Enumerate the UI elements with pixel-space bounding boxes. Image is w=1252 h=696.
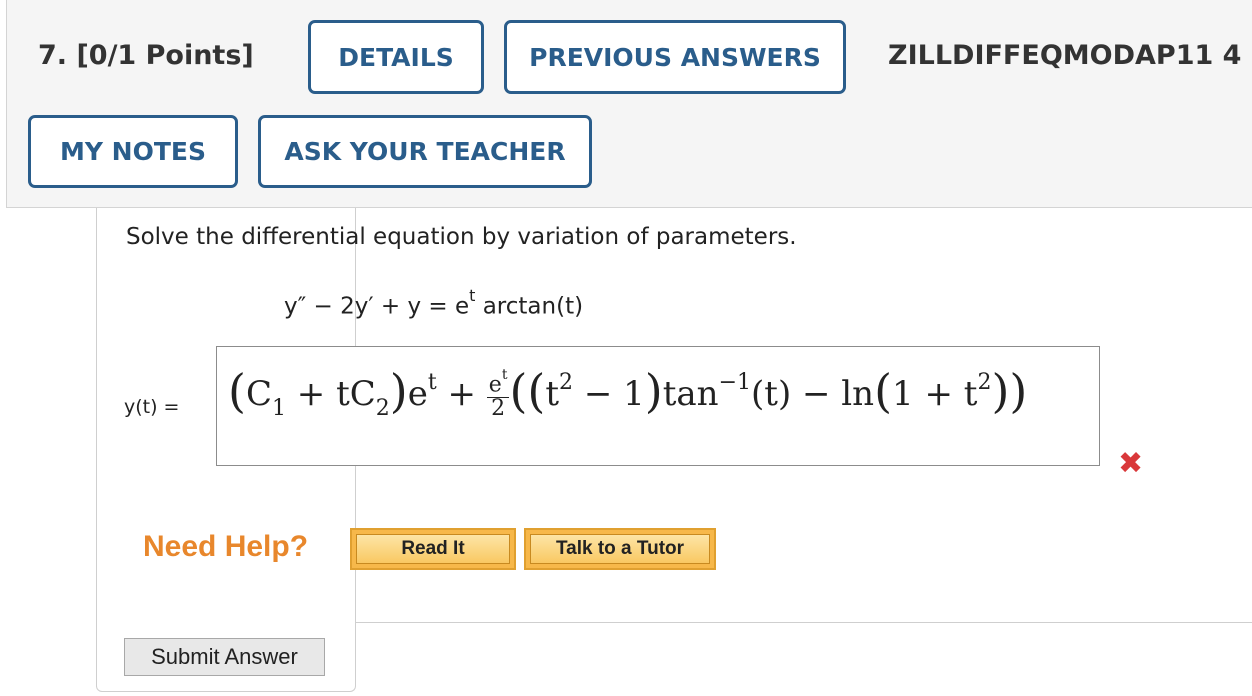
talk-to-tutor-label: Talk to a Tutor: [530, 534, 710, 564]
subscript: 2: [375, 395, 390, 421]
term: 1 + t: [892, 374, 978, 414]
paren: (: [874, 364, 893, 418]
question-prompt: Solve the differential equation by varia…: [126, 224, 797, 250]
term: (t) − ln: [751, 374, 875, 414]
equation-exponent: t: [469, 286, 476, 305]
need-help-label: Need Help?: [143, 530, 309, 563]
question-code: ZILLDIFFEQMODAP11 4: [888, 40, 1242, 71]
exponent: −1: [718, 369, 752, 395]
answer-label: y(t) =: [124, 396, 180, 418]
paren: ((: [509, 364, 546, 418]
ask-your-teacher-button[interactable]: ASK YOUR TEACHER: [258, 115, 592, 188]
function-tan: tan: [662, 374, 719, 414]
term: e: [407, 374, 428, 414]
paren: )): [991, 364, 1028, 418]
question-number: 7. [0/1 Points]: [38, 40, 254, 71]
read-it-button[interactable]: Read It: [350, 528, 516, 570]
submit-answer-button[interactable]: Submit Answer: [124, 638, 325, 676]
my-notes-button[interactable]: MY NOTES: [28, 115, 238, 188]
constant-c1: C: [245, 374, 272, 414]
divider: [355, 622, 1252, 623]
exponent: t: [427, 369, 437, 395]
paren: ): [389, 364, 408, 418]
paren: (: [228, 364, 246, 418]
talk-to-tutor-button[interactable]: Talk to a Tutor: [524, 528, 716, 570]
term: t: [545, 374, 560, 414]
read-it-label: Read It: [356, 534, 510, 564]
exponent: 2: [559, 369, 574, 395]
fraction: et 2: [486, 368, 510, 421]
subscript: 1: [271, 395, 286, 421]
incorrect-icon: ✖: [1118, 446, 1144, 481]
operator: +: [436, 374, 487, 414]
numerator: e: [488, 372, 502, 398]
answer-expression: (C1 + tC2)et + et 2 ((t2 − 1)tan−1(t) − ln…: [228, 362, 1028, 421]
term: + tC: [285, 374, 376, 414]
differential-equation: y″ − 2y′ + y = et arctan(t): [284, 286, 584, 320]
details-button[interactable]: DETAILS: [308, 20, 484, 94]
denominator: 2: [491, 395, 506, 421]
exponent: 2: [977, 369, 992, 395]
equation-rhs: arctan(t): [475, 293, 584, 320]
previous-answers-button[interactable]: PREVIOUS ANSWERS: [504, 20, 846, 94]
equation-lhs: y″ − 2y′ + y = e: [284, 293, 470, 320]
paren: ): [644, 364, 663, 418]
exponent: t: [501, 367, 508, 384]
term: − 1: [573, 374, 645, 414]
